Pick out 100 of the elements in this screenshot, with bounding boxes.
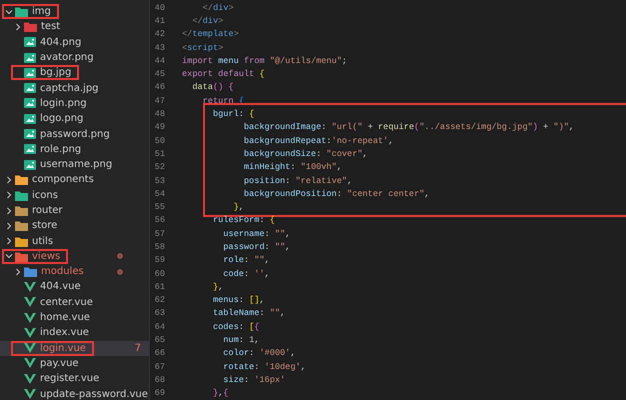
line-number: 60 xyxy=(154,268,165,279)
code-line: minHeight: "100vh", xyxy=(242,162,342,172)
folder-icon xyxy=(15,190,28,201)
line-number: 40 xyxy=(154,2,165,13)
chevron-right-icon xyxy=(14,268,22,276)
code-line: backgroundPosition: "center center", xyxy=(242,188,430,199)
image-icon xyxy=(24,160,36,170)
line-number: 56 xyxy=(154,215,165,226)
tree-item[interactable]: store xyxy=(0,218,149,234)
folder-icon xyxy=(15,220,28,232)
code-line: data() { xyxy=(191,82,234,92)
folder-icon xyxy=(15,250,28,262)
modified-dot xyxy=(117,268,123,275)
tree-item[interactable]: register.vue xyxy=(0,371,149,386)
tree-item[interactable]: username.png xyxy=(0,156,149,172)
line-number: 65 xyxy=(154,335,165,346)
image-icon xyxy=(24,37,36,48)
tree-item[interactable]: icons xyxy=(0,188,149,203)
image-icon xyxy=(24,52,36,63)
folder-icon xyxy=(15,174,28,186)
line-number: 51 xyxy=(154,148,165,159)
folder-icon xyxy=(15,205,28,216)
chevron-down-icon xyxy=(5,8,13,16)
tree-item[interactable]: img xyxy=(0,4,149,20)
code-line: }, xyxy=(212,282,224,292)
line-number: 41 xyxy=(154,16,165,26)
tree-item[interactable]: update-password.vue xyxy=(0,386,149,400)
tree-item[interactable]: router xyxy=(0,202,149,218)
line-number: 43 xyxy=(154,42,165,53)
image-icon xyxy=(24,129,36,140)
code-line: num: 1, xyxy=(222,335,260,346)
code-line: import menu from "@/utils/menu"; xyxy=(182,56,348,66)
code-line: },{ xyxy=(212,388,228,398)
code-line: }, xyxy=(232,202,244,212)
tree-item[interactable]: components xyxy=(0,172,149,188)
line-number: 61 xyxy=(154,282,165,292)
tree-item[interactable]: views xyxy=(0,248,149,264)
code-line: </template> xyxy=(182,29,239,40)
tree-item[interactable]: modules xyxy=(0,264,149,280)
line-number: 54 xyxy=(154,188,165,199)
code-line: <script> xyxy=(182,42,224,53)
line-number: 46 xyxy=(154,82,165,92)
line-number: 52 xyxy=(154,162,165,172)
vue-icon xyxy=(24,297,36,308)
line-number: 62 xyxy=(154,295,165,306)
vue-icon xyxy=(24,328,36,338)
chevron-down-icon xyxy=(5,252,13,260)
line-number: 63 xyxy=(154,308,165,318)
code-line: code: '', xyxy=(222,268,270,279)
line-number: 48 xyxy=(154,109,165,120)
code-line: rulesForm: { xyxy=(212,215,275,226)
line-number: 66 xyxy=(154,348,165,358)
tree-item[interactable]: 404.png xyxy=(0,34,149,50)
code-line: username: "", xyxy=(222,228,290,239)
vue-icon xyxy=(24,343,36,354)
tree-item[interactable]: home.vue xyxy=(0,310,149,326)
line-number: 57 xyxy=(154,228,165,239)
vue-icon xyxy=(24,358,36,368)
tree-item[interactable]: test xyxy=(0,19,149,35)
folder-icon xyxy=(24,266,37,278)
tree-item[interactable]: role.png xyxy=(0,142,149,157)
tree-item[interactable]: center.vue xyxy=(0,294,149,310)
code-line: menus: [], xyxy=(212,295,265,306)
tree-item[interactable]: login.png xyxy=(0,96,149,112)
tree-item[interactable]: bg.jpg xyxy=(0,65,149,80)
code-line: backgroundRepeat:'no-repeat', xyxy=(242,136,394,146)
code-line: tableName: "", xyxy=(212,308,286,318)
tree-item[interactable]: pay.vue xyxy=(0,356,149,372)
line-number: 68 xyxy=(154,374,165,385)
tree-item[interactable]: password.png xyxy=(0,126,149,142)
code-line: password: "", xyxy=(222,242,290,252)
chevron-right-icon xyxy=(14,22,22,31)
tree-item[interactable]: captcha.jpg xyxy=(0,80,149,96)
code-line: size: '16px' xyxy=(222,374,286,385)
image-icon xyxy=(24,83,36,94)
code-line: position: "relative", xyxy=(242,176,352,186)
tree-item[interactable]: utils xyxy=(0,233,149,249)
vue-icon xyxy=(24,389,36,400)
line-number: 58 xyxy=(154,242,165,252)
tree-item[interactable]: avator.png xyxy=(0,50,149,66)
code-line: </div> xyxy=(191,16,224,26)
code-line: export default { xyxy=(182,69,265,80)
tree-item[interactable]: logo.png xyxy=(0,111,149,126)
code-line: bgurl: { xyxy=(212,109,254,120)
image-icon xyxy=(24,68,36,78)
tree-item[interactable]: index.vue xyxy=(0,325,149,341)
code-line: role: "", xyxy=(222,255,270,266)
code-line: </div> xyxy=(202,2,234,13)
tree-item[interactable]: login.vue 7 xyxy=(0,340,149,356)
folder-icon xyxy=(15,236,28,247)
tree-item[interactable]: 404.vue xyxy=(0,279,149,295)
image-icon xyxy=(24,98,36,108)
line-number: 67 xyxy=(154,362,165,372)
code-line: backgroundImage: "url(" + require("../assets/img/bg.jpg") + ")", xyxy=(242,122,574,132)
line-number: 44 xyxy=(154,56,165,66)
code-line: codes: [{ xyxy=(212,322,260,332)
vue-icon xyxy=(24,312,36,323)
folder-icon xyxy=(24,21,37,32)
vue-icon xyxy=(24,374,36,384)
code-line: color: '#000', xyxy=(222,348,296,358)
